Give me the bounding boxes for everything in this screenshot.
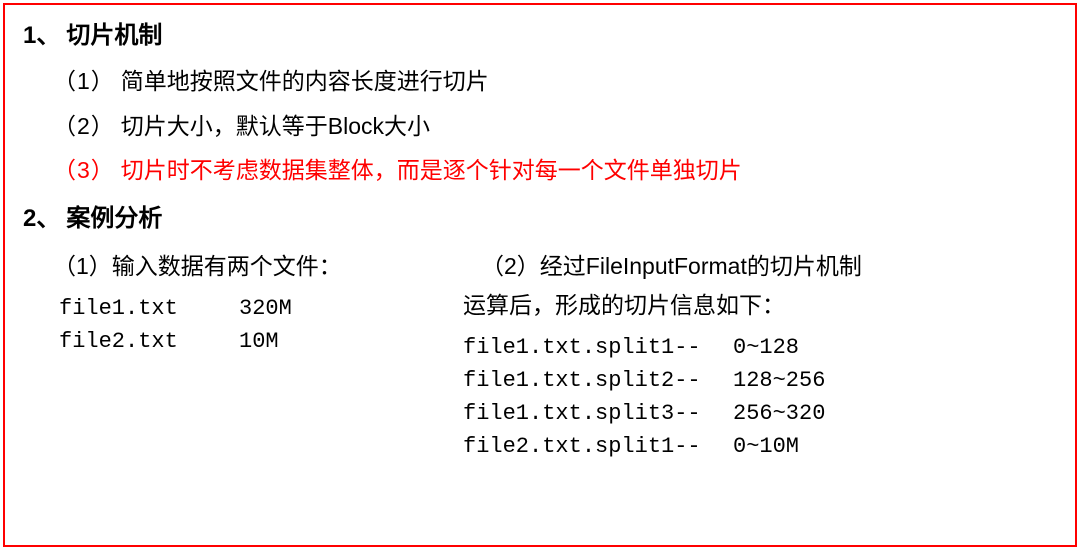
splits-column: （2）经过FileInputFormat的切片机制 运算后，形成的切片信息如下：… [463, 247, 1057, 463]
split-name: file2.txt.split1-- [463, 430, 733, 463]
splits-label: （2）经过FileInputFormat的切片机制 [463, 247, 1057, 286]
point-text: 简单地按照文件的内容长度进行切片 [121, 68, 489, 94]
section-1-point-2: （2）切片大小，默认等于Block大小 [53, 109, 1057, 144]
file-row: file1.txt 320M [59, 292, 463, 325]
file-size: 10M [239, 325, 279, 358]
label-number: （2） [481, 253, 540, 279]
input-files-column: （1）输入数据有两个文件： file1.txt 320M file2.txt 1… [53, 247, 463, 463]
splits-list: file1.txt.split1-- 0~128 file1.txt.split… [463, 331, 1057, 463]
point-number: （3） [53, 157, 115, 183]
section-2-heading: 2、 案例分析 [23, 198, 1057, 233]
section-2-columns: （1）输入数据有两个文件： file1.txt 320M file2.txt 1… [53, 247, 1057, 463]
point-number: （1） [53, 68, 115, 94]
point-number: （2） [53, 113, 115, 139]
section-1-title: 切片机制 [66, 15, 162, 50]
section-2-title: 案例分析 [66, 198, 162, 233]
split-name: file1.txt.split1-- [463, 331, 733, 364]
split-row: file2.txt.split1-- 0~10M [463, 430, 1057, 463]
section-2-number: 2、 [23, 198, 60, 233]
split-range: 0~10M [733, 430, 799, 463]
point-text: 切片大小，默认等于Block大小 [121, 113, 430, 139]
document-frame: 1、 切片机制 （1）简单地按照文件的内容长度进行切片 （2）切片大小，默认等于… [3, 3, 1077, 547]
section-1-number: 1、 [23, 15, 60, 50]
point-text: 切片时不考虑数据集整体，而是逐个针对每一个文件单独切片 [121, 157, 742, 183]
split-name: file1.txt.split3-- [463, 397, 733, 430]
section-1-point-1: （1）简单地按照文件的内容长度进行切片 [53, 64, 1057, 99]
label-text: 输入数据有两个文件： [112, 253, 342, 279]
split-range: 0~128 [733, 331, 799, 364]
file-size: 320M [239, 292, 292, 325]
file-row: file2.txt 10M [59, 325, 463, 358]
input-files-list: file1.txt 320M file2.txt 10M [59, 292, 463, 358]
file-name: file2.txt [59, 325, 239, 358]
label-number: （1） [53, 253, 112, 279]
split-row: file1.txt.split3-- 256~320 [463, 397, 1057, 430]
label-line1: 经过FileInputFormat的切片机制 [540, 253, 862, 279]
split-range: 128~256 [733, 364, 825, 397]
file-name: file1.txt [59, 292, 239, 325]
split-range: 256~320 [733, 397, 825, 430]
split-name: file1.txt.split2-- [463, 364, 733, 397]
split-row: file1.txt.split1-- 0~128 [463, 331, 1057, 364]
split-row: file1.txt.split2-- 128~256 [463, 364, 1057, 397]
section-1-heading: 1、 切片机制 [23, 15, 1057, 50]
splits-label-line2: 运算后，形成的切片信息如下： [463, 286, 1057, 325]
input-files-label: （1）输入数据有两个文件： [53, 247, 463, 286]
section-1-point-3: （3）切片时不考虑数据集整体，而是逐个针对每一个文件单独切片 [53, 153, 1057, 188]
